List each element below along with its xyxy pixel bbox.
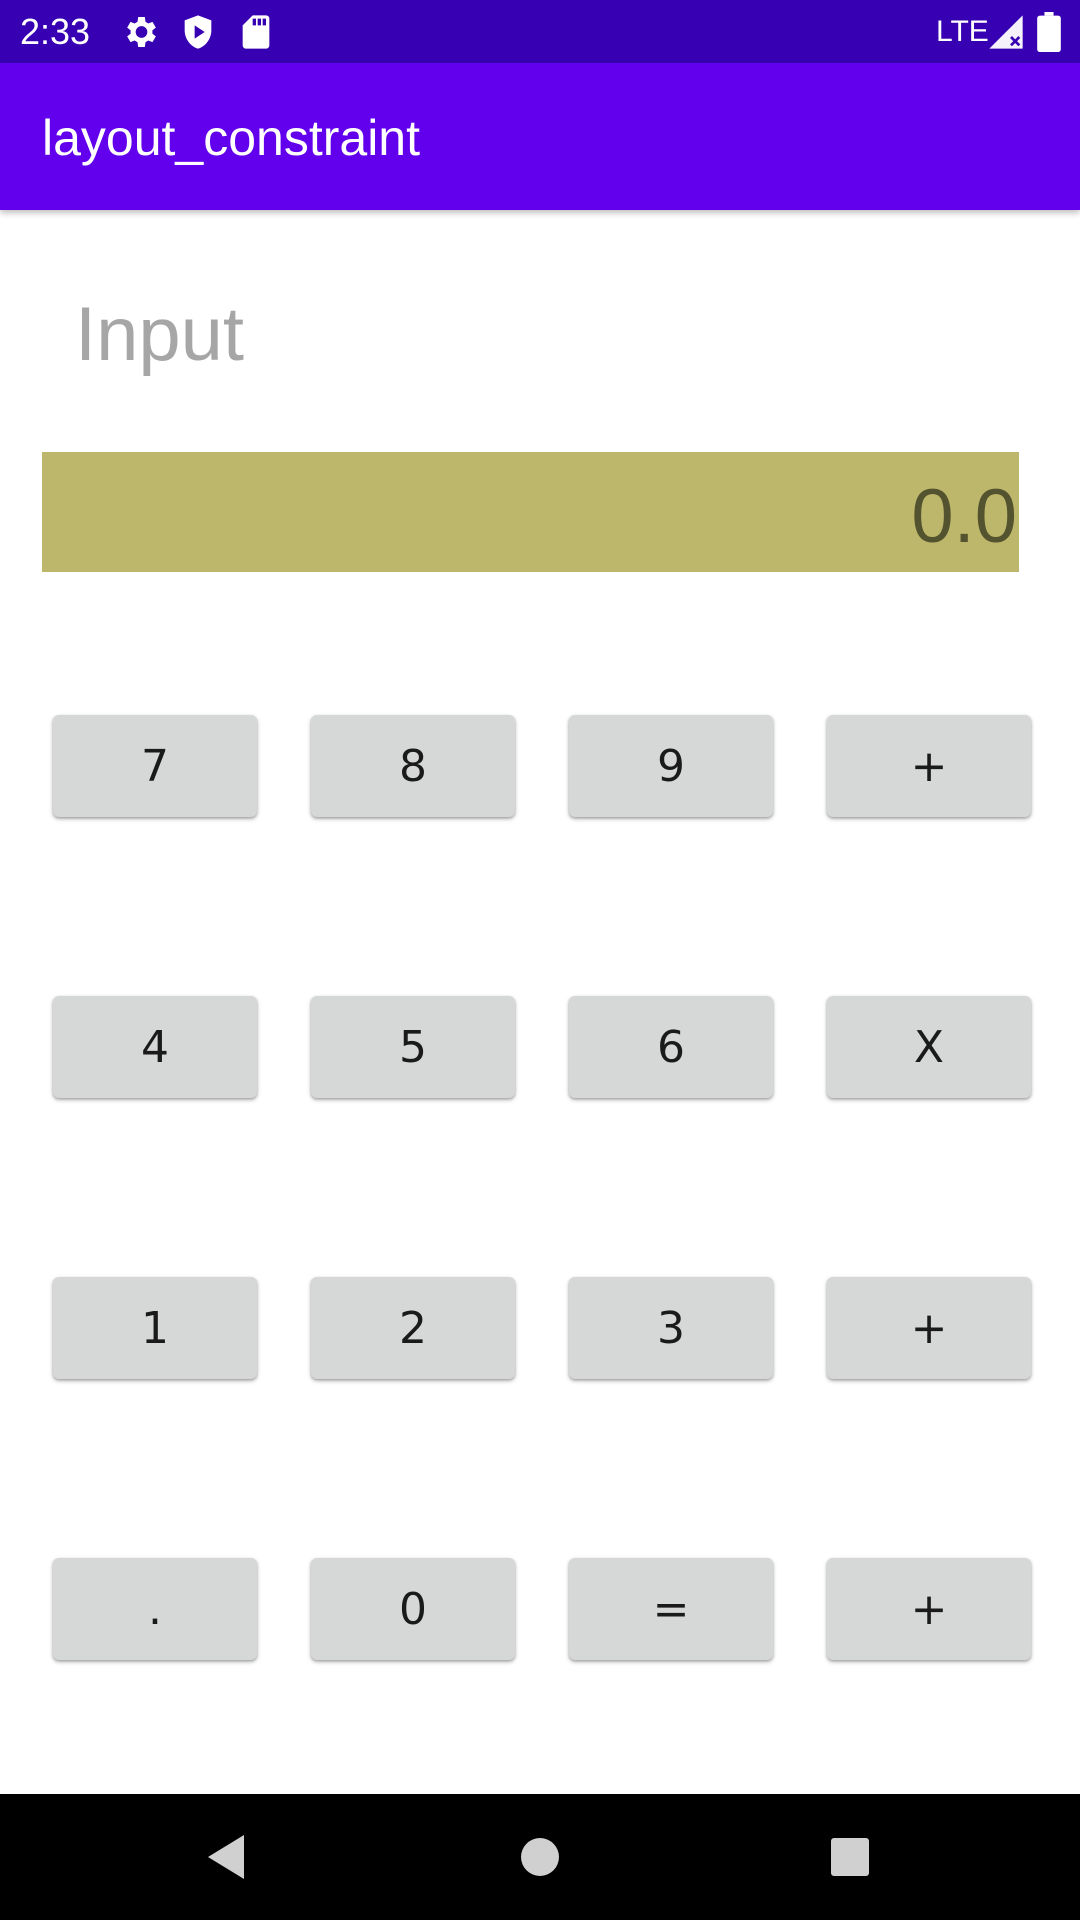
key-7-button[interactable]: 7 — [53, 715, 257, 817]
back-icon[interactable] — [196, 1827, 256, 1887]
key-2-button[interactable]: 2 — [311, 1277, 515, 1379]
key-1-button[interactable]: 1 — [53, 1277, 257, 1379]
signal-icon — [986, 12, 1026, 52]
app-title: layout_constraint — [42, 110, 421, 166]
navigation-bar — [0, 1794, 1080, 1920]
key-multiply-button[interactable]: X — [827, 996, 1031, 1098]
app-bar: layout_constraint — [0, 63, 1080, 210]
home-icon[interactable] — [510, 1827, 570, 1887]
key-6-button[interactable]: 6 — [569, 996, 773, 1098]
key-3-button[interactable]: 3 — [569, 1277, 773, 1379]
key-plus-button[interactable]: + — [827, 1277, 1031, 1379]
network-type: LTE — [936, 15, 989, 48]
input-label: Input — [75, 292, 245, 377]
result-value: 0.0 — [911, 474, 1017, 559]
key-plus-button[interactable]: + — [827, 1558, 1031, 1660]
gear-icon — [120, 12, 160, 52]
key-plus-button[interactable]: + — [827, 715, 1031, 817]
key-4-button[interactable]: 4 — [53, 996, 257, 1098]
status-bar: 2:33 LTE — [0, 0, 1080, 63]
key-equals-button[interactable]: = — [569, 1558, 773, 1660]
result-display: 0.0 — [42, 452, 1019, 572]
key-5-button[interactable]: 5 — [311, 996, 515, 1098]
key-8-button[interactable]: 8 — [311, 715, 515, 817]
key-0-button[interactable]: 0 — [311, 1558, 515, 1660]
recents-icon[interactable] — [820, 1827, 880, 1887]
play-protect-icon — [178, 12, 218, 52]
battery-icon — [1036, 12, 1062, 52]
key-decimal-button[interactable]: . — [53, 1558, 257, 1660]
sd-card-icon — [236, 12, 276, 52]
status-time: 2:33 — [20, 11, 91, 52]
key-9-button[interactable]: 9 — [569, 715, 773, 817]
